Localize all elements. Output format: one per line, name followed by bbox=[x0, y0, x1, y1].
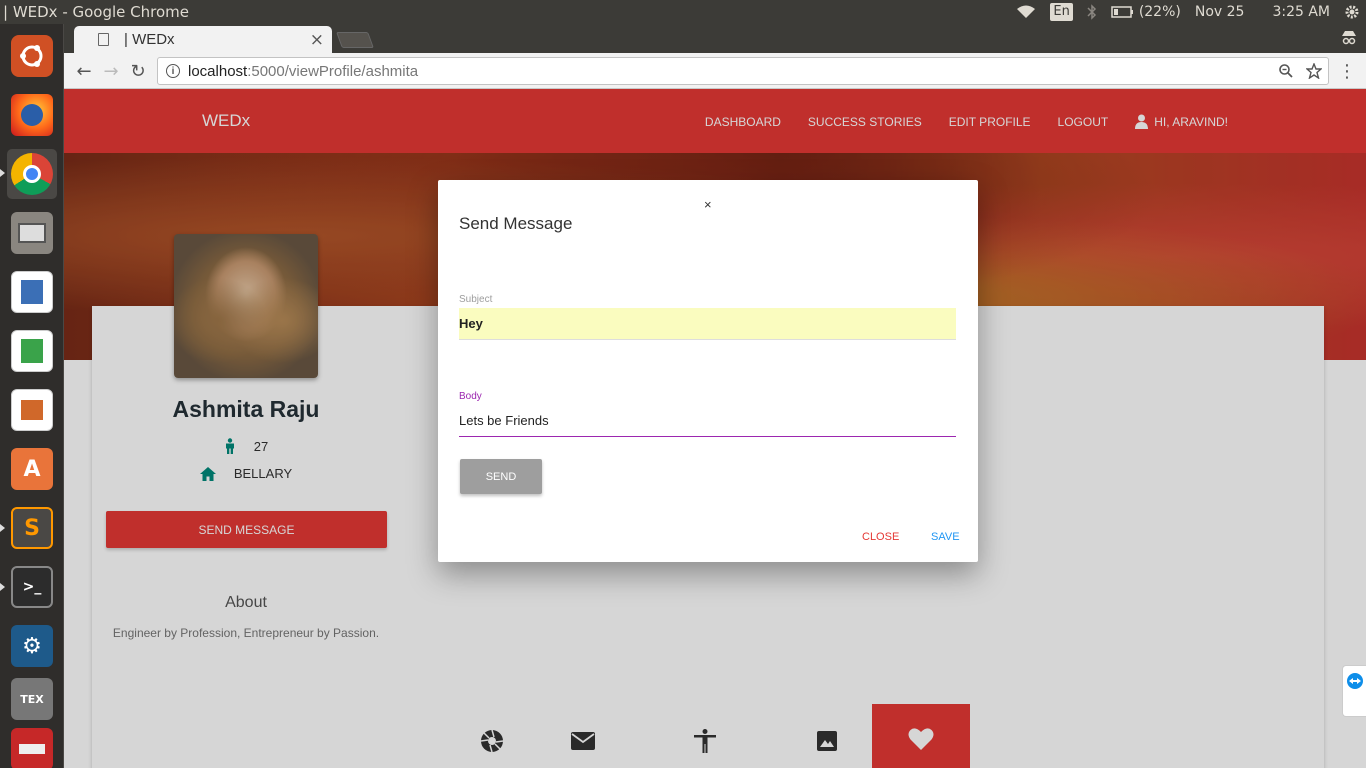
browser-tab[interactable]: | WEDx × bbox=[74, 26, 332, 53]
body-label: Body bbox=[459, 391, 482, 402]
chrome-icon[interactable] bbox=[7, 149, 57, 199]
terminal-icon[interactable]: >_ bbox=[7, 562, 57, 612]
calc-icon[interactable] bbox=[7, 326, 57, 376]
zoom-icon[interactable] bbox=[1278, 63, 1294, 79]
subject-input[interactable]: Hey bbox=[459, 308, 956, 340]
clock[interactable]: 3:25 AM bbox=[1272, 4, 1330, 20]
writer-icon[interactable] bbox=[7, 267, 57, 317]
firefox-icon[interactable] bbox=[7, 90, 57, 140]
settings-gear-icon[interactable] bbox=[1344, 4, 1360, 20]
site-info-icon[interactable]: i bbox=[166, 64, 180, 78]
subject-label: Subject bbox=[459, 294, 493, 305]
modal-close-icon[interactable]: × bbox=[704, 197, 712, 212]
drive-icon[interactable] bbox=[7, 724, 57, 768]
new-tab-button[interactable] bbox=[336, 32, 374, 48]
reload-icon[interactable]: ↻ bbox=[128, 61, 148, 82]
teamviewer-widget[interactable] bbox=[1342, 665, 1366, 717]
mysql-workbench-icon[interactable]: ⚙ bbox=[7, 621, 57, 671]
wifi-icon[interactable] bbox=[1016, 5, 1036, 19]
forward-arrow-icon[interactable]: → bbox=[101, 61, 121, 82]
close-button[interactable]: CLOSE bbox=[862, 531, 899, 543]
impress-icon[interactable] bbox=[7, 385, 57, 435]
close-tab-icon[interactable]: × bbox=[310, 30, 324, 50]
url-host: localhost bbox=[188, 62, 248, 80]
back-arrow-icon[interactable]: ← bbox=[74, 61, 94, 82]
running-indicator bbox=[0, 524, 5, 532]
software-center-icon[interactable]: A bbox=[7, 444, 57, 494]
battery-indicator[interactable]: (22%) bbox=[1111, 4, 1181, 20]
ubuntu-dash-icon[interactable] bbox=[7, 31, 57, 81]
date[interactable]: Nov 25 bbox=[1195, 4, 1245, 20]
browser-menu-icon[interactable]: ⋮ bbox=[1338, 61, 1356, 82]
address-bar[interactable]: i localhost:5000/viewProfile/ashmita bbox=[157, 57, 1329, 85]
page-icon bbox=[98, 33, 109, 46]
bookmark-star-icon[interactable] bbox=[1306, 63, 1322, 79]
send-message-modal: × Send Message Subject Hey Body Lets be … bbox=[438, 180, 978, 562]
unity-launcher: A S >_ ⚙ TEX bbox=[0, 24, 64, 768]
os-top-bar: | WEDx - Google Chrome En (22%) Nov 25 3… bbox=[0, 0, 1366, 24]
send-button[interactable]: SEND bbox=[460, 459, 542, 494]
bluetooth-icon[interactable] bbox=[1087, 4, 1097, 20]
teamviewer-icon bbox=[1347, 673, 1363, 689]
sublime-text-icon[interactable]: S bbox=[7, 503, 57, 553]
profile-icon[interactable] bbox=[1340, 28, 1358, 46]
running-indicator bbox=[0, 169, 5, 177]
battery-icon bbox=[1111, 6, 1133, 18]
save-button[interactable]: SAVE bbox=[931, 531, 960, 543]
keyboard-layout-indicator[interactable]: En bbox=[1050, 3, 1073, 21]
files-icon[interactable] bbox=[7, 208, 57, 258]
battery-percent: (22%) bbox=[1138, 4, 1181, 20]
running-indicator bbox=[0, 583, 5, 591]
browser-toolbar: ← → ↻ i localhost:5000/viewProfile/ashmi… bbox=[64, 53, 1366, 89]
tab-title: | WEDx bbox=[124, 31, 175, 48]
browser-tab-bar: | WEDx × bbox=[64, 24, 1366, 53]
body-input[interactable]: Lets be Friends bbox=[459, 405, 956, 437]
page-viewport: WEDx DASHBOARD SUCCESS STORIES EDIT PROF… bbox=[64, 89, 1366, 768]
system-indicators: En (22%) Nov 25 3:25 AM bbox=[1002, 0, 1366, 24]
texmaker-icon[interactable]: TEX bbox=[7, 674, 57, 724]
window-title: | WEDx - Google Chrome bbox=[3, 3, 190, 21]
url-path: :5000/viewProfile/ashmita bbox=[247, 62, 419, 80]
modal-title: Send Message bbox=[459, 214, 573, 233]
